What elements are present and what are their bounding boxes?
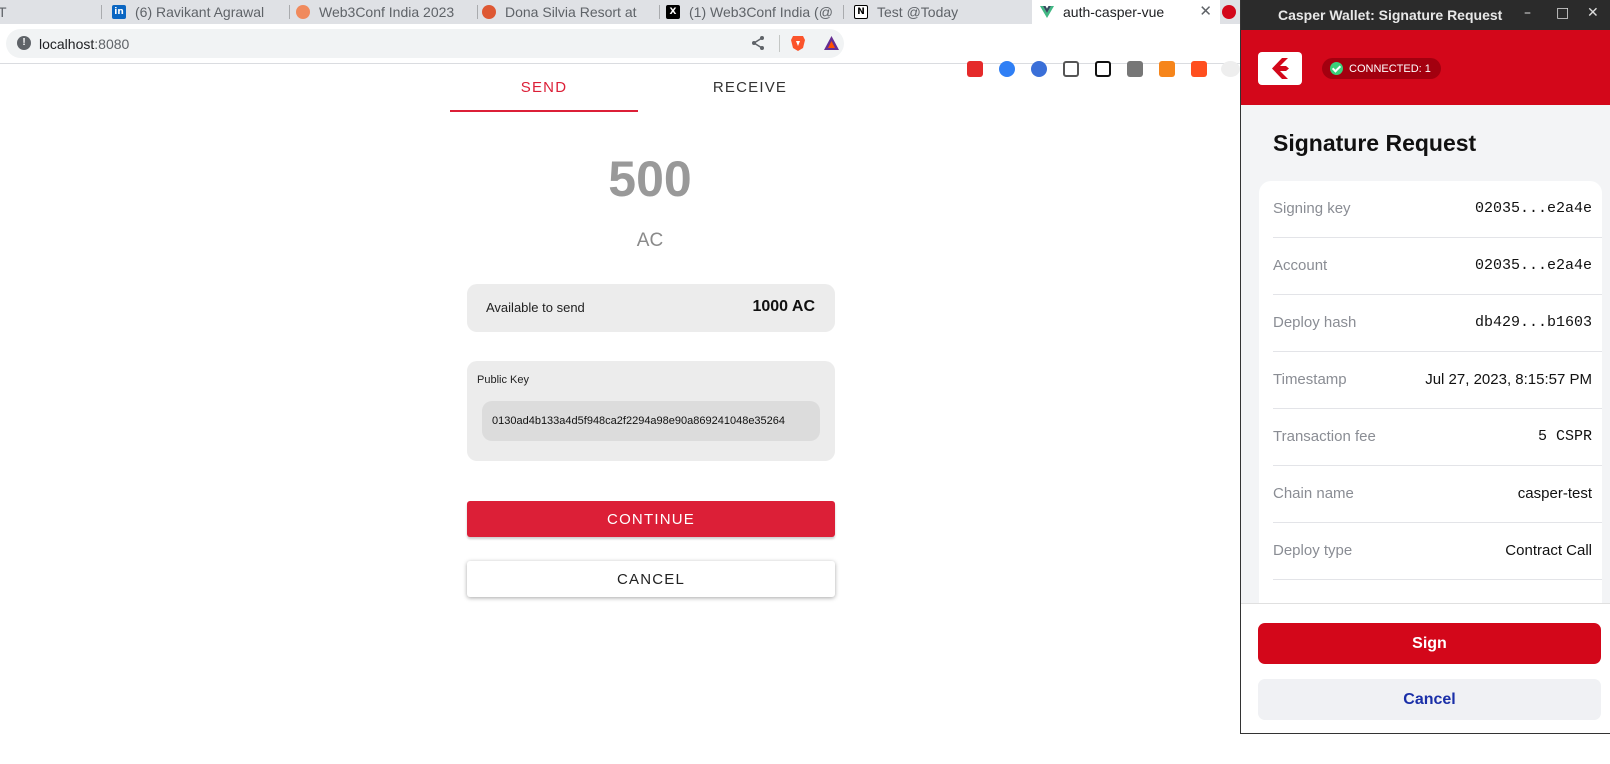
detail-row: Signing key 02035...e2a4e	[1273, 181, 1602, 238]
available-value: 1000 AC	[752, 298, 815, 315]
browser-tab[interactable]: Web3Conf India 2023	[296, 0, 478, 24]
metamask-icon[interactable]	[1159, 61, 1175, 77]
browser-tab-active[interactable]: auth-casper-vue ✕	[1032, 0, 1220, 24]
detail-value: casper-test	[1517, 485, 1592, 502]
address-bar[interactable]: ! localhost:8080	[6, 29, 844, 58]
browser-tab[interactable]: T	[0, 0, 102, 24]
browser-tab[interactable]: X (1) Web3Conf India (@	[666, 0, 844, 24]
wallet-body: Signature Request Signing key 02035...e2…	[1241, 105, 1610, 603]
signature-request-title: Signature Request	[1273, 130, 1477, 156]
public-key-label: Public Key	[477, 374, 529, 386]
detail-value: Jul 27, 2023, 8:15:57 PM	[1425, 371, 1592, 388]
detail-key: Deploy hash	[1273, 314, 1357, 331]
detail-row: Chain name casper-test	[1273, 466, 1602, 523]
send-receive-tabs: SEND RECEIVE	[450, 64, 850, 112]
detail-key: Account	[1273, 257, 1328, 274]
url-text[interactable]: localhost:8080	[39, 36, 129, 52]
close-icon[interactable]: ✕	[1587, 5, 1599, 21]
browser-tab[interactable]: N Test @Today	[854, 0, 1030, 24]
detail-row: Account 02035...e2a4e	[1273, 238, 1602, 295]
detail-row-partial	[1273, 580, 1602, 603]
wallet-footer: Sign Cancel	[1241, 603, 1610, 733]
cube-extension-icon[interactable]	[1127, 61, 1143, 77]
tab-title: Test @Today	[877, 4, 959, 20]
detail-key: Timestamp	[1273, 371, 1347, 388]
casper-logo	[1258, 52, 1302, 85]
detail-key: Signing key	[1273, 200, 1351, 217]
connected-check-icon	[1330, 62, 1343, 75]
tab-title: Web3Conf India 2023	[319, 4, 455, 20]
linkedin-icon: in	[112, 5, 126, 19]
detail-key: Transaction fee	[1273, 428, 1376, 445]
detail-value: Contract Call	[1505, 542, 1592, 559]
bookmark-extension-icon[interactable]	[1031, 61, 1047, 77]
notion-extension-icon[interactable]	[1095, 61, 1111, 77]
available-label: Available to send	[486, 300, 585, 315]
detail-value[interactable]: db429...b1603	[1475, 314, 1592, 331]
browser-tab[interactable]	[1222, 0, 1240, 24]
detail-row: Deploy hash db429...b1603	[1273, 295, 1602, 352]
browser-tab[interactable]: Dona Silvia Resort at	[482, 0, 660, 24]
tab-receive[interactable]: RECEIVE	[650, 64, 850, 112]
casper-wallet-extension-icon[interactable]	[967, 61, 983, 77]
duckduckgo-icon	[482, 5, 496, 19]
brave-rewards-icon[interactable]	[823, 35, 840, 51]
detail-value[interactable]: 02035...e2a4e	[1475, 257, 1592, 274]
brave-shields-icon[interactable]	[790, 35, 806, 52]
tab-title: Dona Silvia Resort at	[505, 4, 637, 20]
x-icon: X	[666, 5, 680, 19]
public-key-input[interactable]	[482, 401, 820, 441]
check-extension-icon[interactable]	[999, 61, 1015, 77]
share-icon[interactable]	[750, 35, 766, 51]
continue-button[interactable]: CONTINUE	[467, 501, 835, 537]
send-amount[interactable]: 500	[450, 150, 850, 208]
grid-extension-icon[interactable]	[1063, 61, 1079, 77]
tab-title: auth-casper-vue	[1063, 4, 1165, 20]
casper-wallet-window: Casper Wallet: Signature Request – □ ✕ C…	[1240, 0, 1610, 734]
maximize-icon[interactable]: □	[1556, 5, 1569, 21]
tab-title: (1) Web3Conf India (@	[689, 4, 833, 20]
available-balance-box: Available to send 1000 AC	[467, 284, 835, 332]
public-key-box: Public Key	[467, 361, 835, 461]
wallet-window-title: Casper Wallet: Signature Request	[1278, 7, 1503, 23]
amount-unit: AC	[636, 230, 664, 251]
wallet-title-bar: Casper Wallet: Signature Request – □ ✕	[1241, 0, 1610, 30]
wallet-cancel-button[interactable]: Cancel	[1258, 679, 1601, 720]
detail-key: Deploy type	[1273, 542, 1353, 559]
tab-send[interactable]: SEND	[450, 64, 638, 112]
sign-button[interactable]: Sign	[1258, 623, 1601, 664]
detail-key: Chain name	[1273, 485, 1354, 502]
opera-icon	[1222, 5, 1236, 19]
tab-title: T	[0, 4, 7, 20]
detail-row: Timestamp Jul 27, 2023, 8:15:57 PM	[1273, 352, 1602, 409]
detail-row: Deploy type Contract Call	[1273, 523, 1602, 580]
connected-badge[interactable]: CONNECTED: 1	[1322, 58, 1441, 79]
todo-extension-icon[interactable]	[1191, 61, 1207, 77]
tab-title: (6) Ravikant Agrawal	[135, 4, 265, 20]
browser-tab[interactable]: in (6) Ravikant Agrawal	[112, 0, 290, 24]
cancel-button[interactable]: CANCEL	[467, 561, 835, 597]
detail-value[interactable]: 02035...e2a4e	[1475, 200, 1592, 217]
browser-toolbar: ! localhost:8080	[0, 24, 1240, 77]
web3conf-icon	[296, 5, 310, 19]
wallet-header: CONNECTED: 1	[1241, 30, 1610, 105]
detail-row: Transaction fee 5 CSPR	[1273, 409, 1602, 466]
deploy-details-card: Signing key 02035...e2a4e Account 02035.…	[1259, 181, 1602, 603]
close-tab-icon[interactable]: ✕	[1199, 2, 1212, 20]
detail-value: 5 CSPR	[1537, 428, 1592, 445]
site-info-icon[interactable]: !	[17, 36, 31, 50]
notion-icon: N	[854, 5, 868, 19]
extensions-icon[interactable]	[1221, 61, 1240, 77]
minimize-icon[interactable]: –	[1524, 5, 1531, 21]
connected-text: CONNECTED: 1	[1349, 62, 1431, 75]
vue-icon	[1040, 5, 1054, 19]
